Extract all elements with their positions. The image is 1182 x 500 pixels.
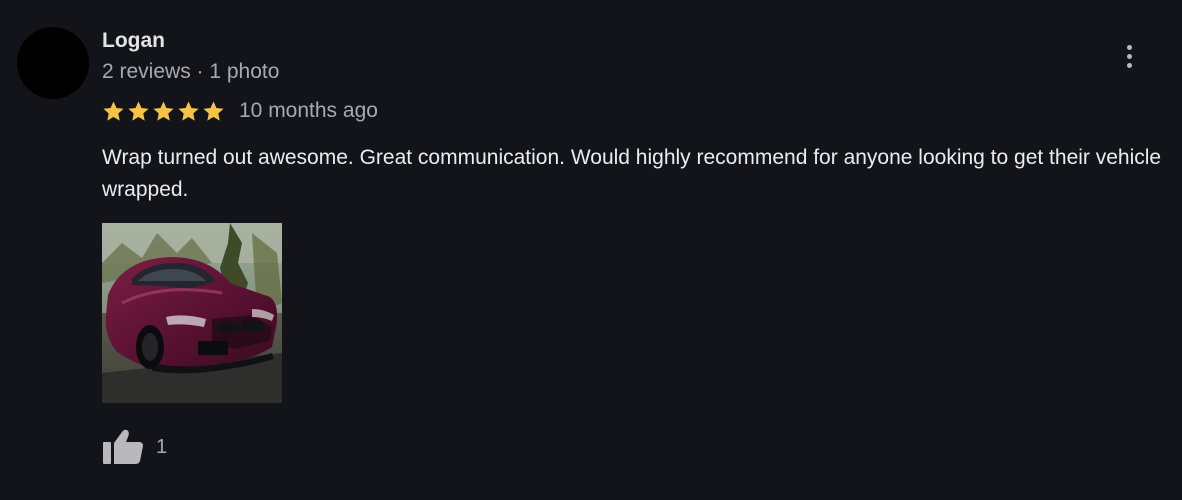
star-icon [203, 100, 224, 121]
thumbs-up-icon [103, 429, 143, 464]
car-photo [102, 223, 282, 403]
star-icon [128, 100, 149, 121]
star-icon [153, 100, 174, 121]
helpful-button[interactable] [102, 428, 146, 466]
author-name[interactable]: Logan [102, 28, 165, 54]
rating-row: 10 months ago [102, 98, 378, 124]
avatar[interactable] [17, 27, 89, 99]
author-meta: 2 reviews · 1 photo [102, 60, 280, 83]
review-date: 10 months ago [239, 99, 378, 122]
review-card: Logan 2 reviews · 1 photo 10 months ago … [0, 0, 1182, 500]
star-icon [103, 100, 124, 121]
helpful-count: 1 [156, 436, 168, 458]
more-options-button[interactable] [1114, 38, 1144, 74]
star-rating [102, 100, 225, 123]
review-text: Wrap turned out awesome. Great communica… [102, 146, 1162, 201]
review-photo[interactable] [102, 223, 282, 403]
helpful-row: 1 [102, 428, 167, 466]
more-vert-icon [1126, 44, 1132, 68]
star-icon [178, 100, 199, 121]
